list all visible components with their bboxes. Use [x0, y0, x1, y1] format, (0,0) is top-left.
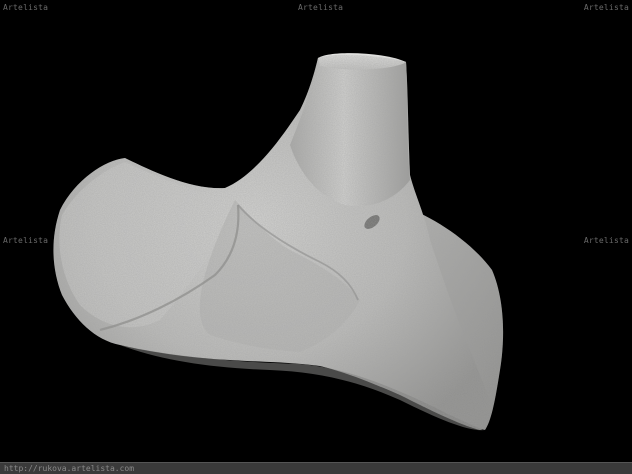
photo-viewer: Artelista Artelista Artelista Artelista … — [0, 0, 632, 474]
watermark-middle-left: Artelista — [3, 236, 49, 245]
footer-url-link[interactable]: http://rukova.artelista.com — [4, 464, 134, 474]
watermark-top-left: Artelista — [3, 3, 49, 12]
watermark-middle-right: Artelista — [583, 236, 629, 245]
sculpture-photo — [53, 53, 504, 431]
watermark-top-right: Artelista — [583, 3, 629, 12]
watermark-top-center: Artelista — [298, 3, 344, 12]
footer-bar: http://rukova.artelista.com — [0, 462, 632, 474]
